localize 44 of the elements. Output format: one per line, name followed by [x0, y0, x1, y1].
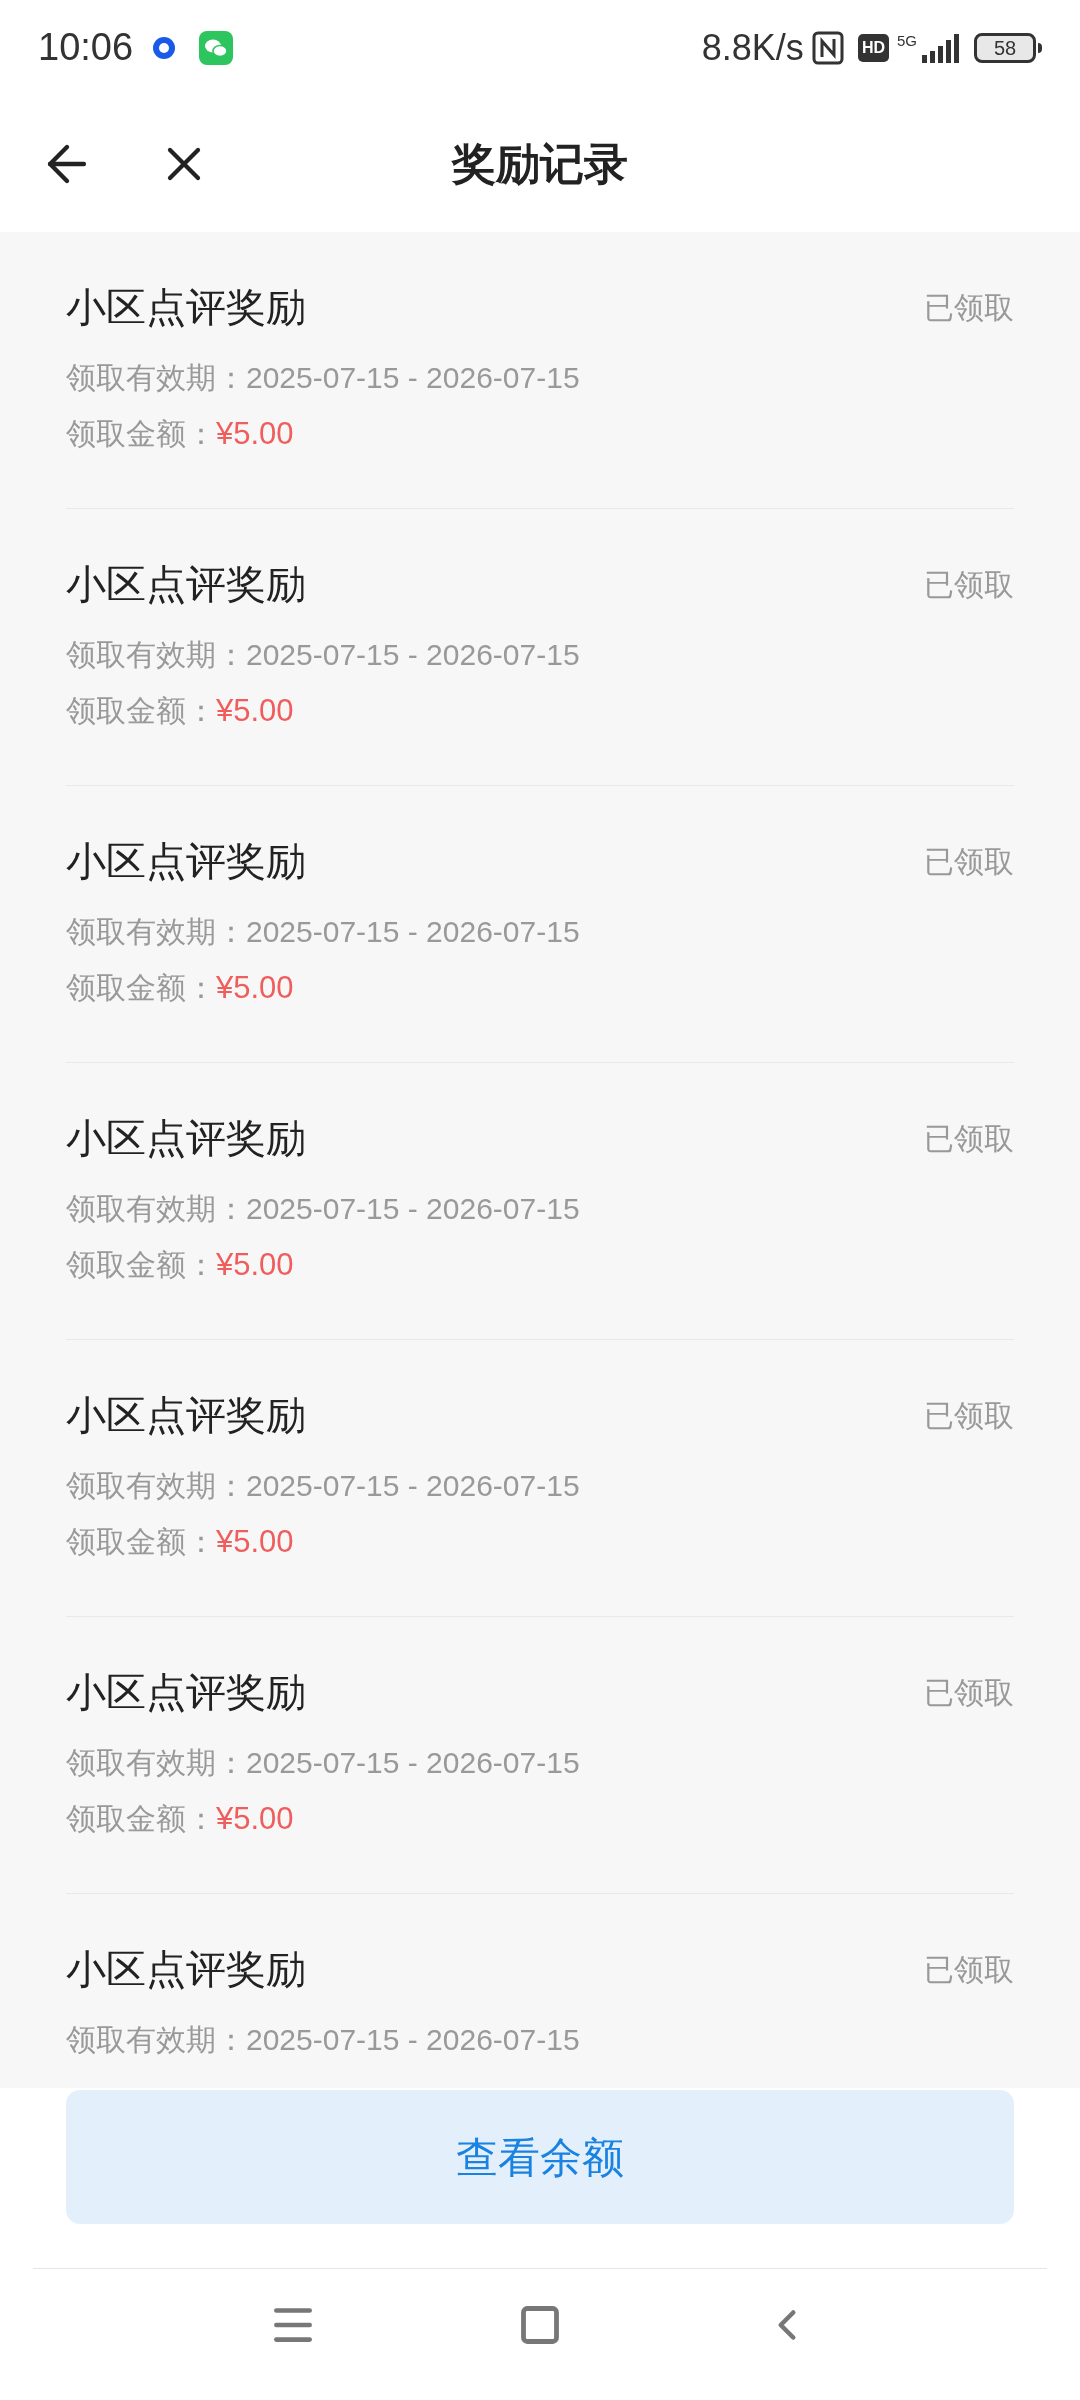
amount-label: 领取金额： [66, 1247, 216, 1283]
signal-icon [920, 32, 960, 63]
amount-label: 领取金额： [66, 970, 216, 1006]
amount-label: 领取金额： [66, 693, 216, 729]
app-notification-icon [151, 34, 178, 61]
page-title: 奖励记录 [452, 137, 628, 190]
network-speed: 8.8K/s [701, 25, 804, 70]
amount-value: ¥5.00 [216, 415, 294, 453]
record-status: 已领取 [924, 1674, 1014, 1711]
validity-period: 领取有效期：2025-07-15 - 2026-07-15 [66, 914, 580, 950]
validity-period: 领取有效期：2025-07-15 - 2026-07-15 [66, 637, 580, 673]
record-title: 小区点评奖励 [66, 561, 306, 608]
hd-badge: HD [857, 33, 889, 62]
amount-value: ¥5.00 [216, 969, 294, 1007]
validity-period: 领取有效期：2025-07-15 - 2026-07-15 [66, 1745, 580, 1781]
record-status: 已领取 [924, 1120, 1014, 1157]
chat-app-icon [199, 30, 234, 65]
record-status: 已领取 [924, 566, 1014, 603]
amount-label: 领取金额： [66, 416, 216, 452]
amount-value: ¥5.00 [216, 692, 294, 730]
record-title: 小区点评奖励 [66, 1115, 306, 1162]
record-status: 已领取 [924, 843, 1014, 880]
status-time: 10:06 [38, 25, 134, 70]
amount-value: ¥5.00 [216, 1800, 294, 1838]
record-title: 小区点评奖励 [66, 284, 306, 331]
amount-label: 领取金额： [66, 1801, 216, 1837]
network-type: 5G [897, 32, 917, 49]
record-status: 已领取 [924, 289, 1014, 326]
record-title: 小区点评奖励 [66, 838, 306, 885]
validity-period: 领取有效期：2025-07-15 - 2026-07-15 [66, 1191, 580, 1227]
record-status: 已领取 [924, 1397, 1014, 1434]
validity-period: 领取有效期：2025-07-15 - 2026-07-15 [66, 1468, 580, 1504]
record-title: 小区点评奖励 [66, 1392, 306, 1439]
nfc-icon [811, 30, 844, 65]
view-balance-button[interactable]: 查看余额 [66, 2090, 1014, 2224]
battery-indicator: 58 [974, 32, 1036, 63]
record-title: 小区点评奖励 [66, 1946, 306, 1993]
amount-value: ¥5.00 [216, 1523, 294, 1561]
validity-period: 领取有效期：2025-07-15 - 2026-07-15 [66, 360, 580, 396]
amount-value: ¥5.00 [216, 1246, 294, 1284]
record-status: 已领取 [924, 1951, 1014, 1988]
validity-period: 领取有效期：2025-07-15 - 2026-07-15 [66, 2022, 580, 2058]
amount-label: 领取金额： [66, 1524, 216, 1560]
record-title: 小区点评奖励 [66, 1669, 306, 1716]
